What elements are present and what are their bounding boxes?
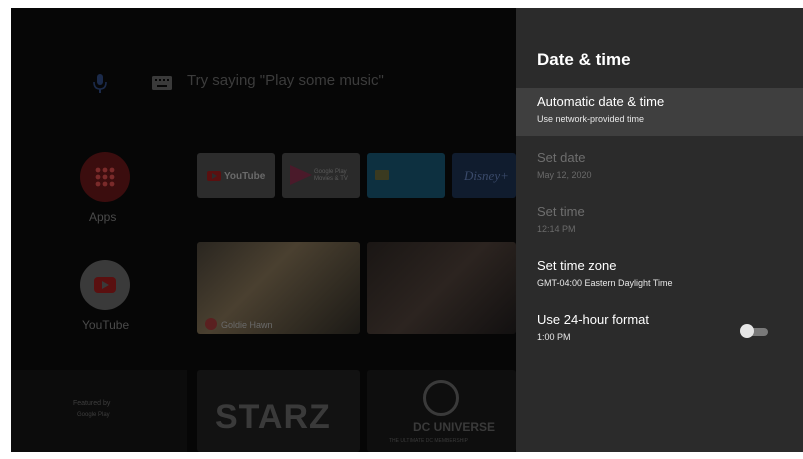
panel-title: Date & time: [537, 50, 631, 69]
set-time-zone-title: Set time zone: [537, 258, 617, 273]
channel-logo-icon: [205, 318, 217, 330]
apps-grid-icon[interactable]: [80, 152, 130, 202]
video-tile-caption: Goldie Hawn: [221, 320, 273, 330]
microphone-icon[interactable]: [93, 74, 107, 94]
automatic-date-time-item[interactable]: Automatic date & time Use network-provid…: [516, 88, 803, 136]
set-time-zone-value: GMT-04:00 Eastern Daylight Time: [537, 278, 673, 288]
apps-label: Apps: [89, 210, 117, 224]
automatic-date-time-subtitle: Use network-provided time: [537, 114, 645, 124]
use-24-hour-format-title: Use 24-hour format: [537, 312, 649, 327]
disney-tile-label: Disney+: [464, 168, 509, 183]
featured-by-google-play: Featured by Google Play: [11, 370, 187, 452]
voice-search-hint[interactable]: Try saying "Play some music": [187, 72, 384, 89]
set-time-value: 12:14 PM: [537, 224, 576, 234]
use-24-hour-format-item[interactable]: Use 24-hour format 1:00 PM: [516, 306, 803, 354]
screenshot-frame: Try saying "Play some music" Apps YouTub…: [0, 0, 803, 459]
app-tile-youtube[interactable]: YouTube: [197, 153, 275, 198]
youtube-icon[interactable]: [80, 260, 130, 310]
use-24-hour-format-toggle[interactable]: [740, 324, 768, 338]
tv-screen: Try saying "Play some music" Apps YouTub…: [11, 8, 803, 452]
google-play-icon: [290, 165, 312, 185]
app-tile-starz[interactable]: STARZ: [197, 370, 360, 452]
set-time-zone-item[interactable]: Set time zone GMT-04:00 Eastern Daylight…: [516, 252, 803, 300]
set-date-value: May 12, 2020: [537, 170, 592, 180]
home-screen-dimmed: Try saying "Play some music" Apps YouTub…: [11, 8, 516, 452]
featured-brand: Google Play: [77, 412, 110, 418]
dc-logo-icon: [423, 380, 459, 416]
set-time-title: Set time: [537, 204, 585, 219]
toggle-knob: [740, 324, 754, 338]
set-time-item[interactable]: Set time 12:14 PM: [516, 198, 803, 246]
youtube-tile-label: YouTube: [224, 171, 266, 182]
app-tile-disney-plus[interactable]: Disney+: [452, 153, 516, 198]
featured-label: Featured by: [73, 400, 111, 407]
app-tile-live-channels[interactable]: [367, 153, 445, 198]
date-time-settings-panel: Date & time Automatic date & time Use ne…: [516, 8, 803, 452]
video-tile-2[interactable]: [367, 242, 516, 334]
video-tile-1[interactable]: Goldie Hawn: [197, 242, 360, 334]
app-tile-dc-universe[interactable]: DC UNIVERSE THE ULTIMATE DC MEMBERSHIP: [367, 370, 516, 452]
automatic-date-time-title: Automatic date & time: [537, 94, 665, 109]
youtube-label: YouTube: [82, 318, 130, 332]
app-tile-google-play-movies[interactable]: Google Play Movies & TV: [282, 153, 360, 198]
dc-tile-subtitle: THE ULTIMATE DC MEMBERSHIP: [389, 438, 468, 444]
starz-tile-label: STARZ: [215, 398, 331, 436]
tv-icon: [375, 170, 389, 180]
use-24-hour-format-example: 1:00 PM: [537, 332, 571, 342]
play-icon: [207, 171, 221, 181]
dc-tile-title: DC UNIVERSE: [413, 420, 496, 434]
keyboard-icon[interactable]: [152, 76, 172, 90]
google-play-tile-label: Google Play Movies & TV: [314, 169, 348, 182]
set-date-title: Set date: [537, 150, 586, 165]
set-date-item[interactable]: Set date May 12, 2020: [516, 144, 803, 192]
